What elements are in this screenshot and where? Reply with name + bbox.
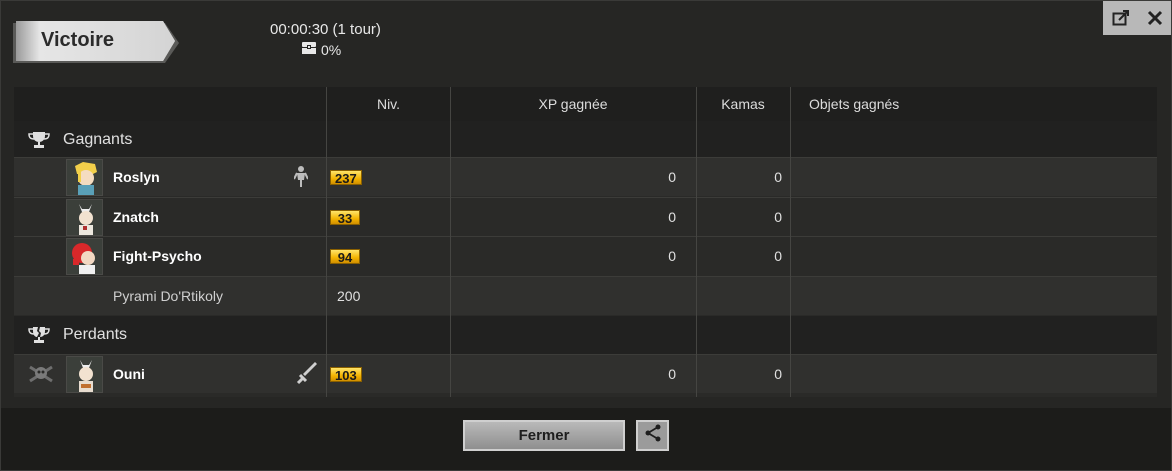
- avatar: [66, 199, 103, 236]
- kamas-value: 0: [774, 209, 782, 225]
- avatar: [66, 356, 103, 393]
- col-level: Niv.: [376, 96, 401, 112]
- column-divider: [696, 87, 697, 397]
- table-row[interactable]: Roslyn 237 0 0: [14, 157, 1157, 196]
- losers-label: Perdants: [63, 326, 128, 343]
- column-divider: [450, 87, 451, 397]
- close-icon[interactable]: [1147, 10, 1163, 26]
- col-items: Objets gagnés: [809, 96, 900, 112]
- avatar: [66, 238, 103, 275]
- xp-value: 0: [668, 366, 676, 382]
- summon-level: 200: [337, 288, 361, 304]
- fight-duration: 00:00:30 (1 tour): [270, 21, 381, 38]
- col-xp: XP gagnée: [538, 96, 608, 112]
- level-badge: 33: [330, 198, 360, 236]
- table-row[interactable]: Pyrami Do'Rtikoly 200: [14, 276, 1157, 315]
- sword-icon: [295, 355, 319, 393]
- table-header: Niv. XP gagnée Kamas Objets gagnés: [14, 87, 1157, 121]
- avatar: [66, 159, 103, 196]
- trophy-icon: [28, 121, 50, 159]
- xp-value: 0: [668, 169, 676, 185]
- losers-section: Perdants: [14, 316, 1157, 354]
- result-ribbon: Victoire: [13, 21, 179, 65]
- player-name: Roslyn: [113, 169, 160, 185]
- player-name: Fight-Psycho: [113, 248, 202, 264]
- window-controls: [1103, 1, 1171, 35]
- person-icon: [294, 158, 308, 196]
- kamas-value: 0: [774, 366, 782, 382]
- level-badge: 103: [330, 355, 362, 393]
- xp-value: 0: [668, 209, 676, 225]
- xp-value: 0: [668, 248, 676, 264]
- table-row[interactable]: Fight-Psycho 94 0 0: [14, 236, 1157, 275]
- table-row[interactable]: Ouni 103 0 0: [14, 354, 1157, 393]
- chest-icon: [301, 41, 317, 58]
- kamas-value: 0: [774, 169, 782, 185]
- share-icon: [644, 424, 662, 447]
- footer-bar: Fermer: [1, 408, 1171, 470]
- table-row[interactable]: Znatch 33 0 0: [14, 197, 1157, 236]
- share-button[interactable]: [636, 420, 669, 451]
- result-title: Victoire: [41, 29, 114, 51]
- close-button[interactable]: Fermer: [463, 420, 625, 451]
- fight-result-window: Victoire 00:00:30 (1 tour) 0% Niv. XP ga…: [0, 0, 1172, 471]
- winners-section: Gagnants: [14, 121, 1157, 159]
- skull-icon: [28, 355, 54, 393]
- player-name: Znatch: [113, 209, 159, 225]
- level-badge: 237: [330, 158, 362, 196]
- col-kamas: Kamas: [721, 96, 765, 112]
- column-divider: [326, 87, 327, 397]
- winners-label: Gagnants: [63, 131, 133, 148]
- kamas-value: 0: [774, 248, 782, 264]
- detach-icon[interactable]: [1112, 10, 1130, 26]
- broken-trophy-icon: [28, 316, 50, 354]
- level-badge: 94: [330, 237, 360, 275]
- chest-percent: 0%: [321, 41, 342, 58]
- chest-info: 0%: [301, 41, 341, 58]
- results-table: Niv. XP gagnée Kamas Objets gagnés Gagna…: [14, 87, 1157, 397]
- column-divider: [790, 87, 791, 397]
- summon-name: Pyrami Do'Rtikoly: [113, 288, 224, 304]
- player-name: Ouni: [113, 366, 145, 382]
